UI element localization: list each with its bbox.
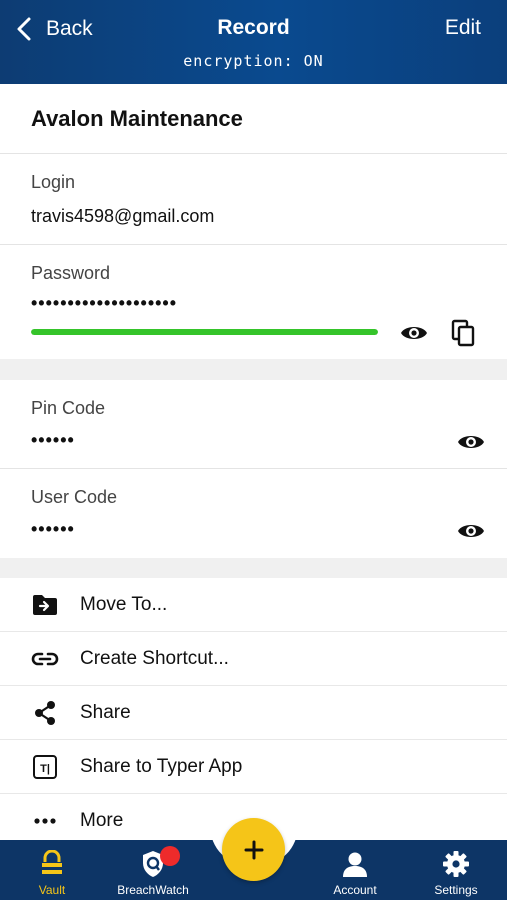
login-value[interactable]: travis4598@gmail.com — [31, 206, 214, 227]
breachwatch-alert-badge — [160, 846, 180, 866]
toggle-user-code-visibility-button[interactable] — [455, 518, 487, 544]
nav-vault-label: Vault — [38, 883, 66, 897]
create-shortcut-label: Create Shortcut... — [80, 648, 229, 669]
section-divider — [0, 558, 507, 578]
create-shortcut-action[interactable]: Create Shortcut... — [0, 632, 507, 686]
record-name: Avalon Maintenance — [31, 106, 243, 131]
link-icon — [31, 647, 59, 671]
nav-account-label: Account — [333, 883, 377, 897]
encryption-status: encryption: ON — [183, 52, 324, 70]
svg-text:T|: T| — [40, 763, 50, 775]
password-strength-bar — [31, 329, 378, 335]
more-label: More — [80, 810, 124, 831]
login-field[interactable]: Login travis4598@gmail.com — [0, 154, 507, 245]
password-field[interactable]: Password •••••••••••••••••••• — [0, 245, 507, 359]
password-label: Password — [31, 263, 111, 283]
share-icon — [31, 701, 59, 725]
move-to-label: Move To... — [80, 594, 168, 615]
pin-code-value[interactable]: •••••• — [31, 430, 75, 451]
copy-password-button[interactable] — [449, 318, 477, 348]
toggle-pin-visibility-button[interactable] — [455, 429, 487, 455]
breachwatch-shield-icon — [140, 846, 180, 880]
password-strength-fill — [31, 329, 378, 335]
typer-app-icon: T| — [31, 755, 59, 779]
pin-code-field[interactable]: Pin Code •••••• — [0, 380, 507, 469]
plus-icon — [244, 840, 263, 859]
share-label: Share — [80, 702, 131, 723]
share-to-typer-action[interactable]: T| Share to Typer App — [0, 740, 507, 794]
eye-icon — [458, 525, 484, 537]
eye-icon — [401, 327, 427, 339]
user-code-value[interactable]: •••••• — [31, 519, 75, 540]
edit-button[interactable]: Edit — [445, 16, 481, 40]
nav-settings[interactable]: Settings — [424, 840, 488, 900]
page-title: Record — [217, 16, 290, 39]
toggle-password-visibility-button[interactable] — [399, 319, 429, 347]
header-bar: Back Record Edit encryption: ON — [0, 0, 507, 84]
folder-move-icon — [31, 593, 59, 617]
nav-settings-label: Settings — [434, 883, 478, 897]
pin-code-label: Pin Code — [31, 398, 106, 418]
more-dots-icon — [31, 809, 59, 833]
copy-icon — [451, 319, 475, 347]
share-to-typer-label: Share to Typer App — [80, 756, 243, 777]
password-value[interactable]: •••••••••••••••••••• — [31, 293, 177, 314]
account-person-icon — [341, 848, 369, 880]
nav-account[interactable]: Account — [324, 840, 386, 900]
login-label: Login — [31, 172, 76, 192]
vault-lock-icon — [39, 848, 65, 880]
nav-breachwatch-label: BreachWatch — [117, 883, 189, 897]
user-code-label: User Code — [31, 487, 118, 507]
share-action[interactable]: Share — [0, 686, 507, 740]
settings-gear-icon — [442, 848, 470, 880]
eye-icon — [458, 436, 484, 448]
user-code-field[interactable]: User Code •••••• — [0, 469, 507, 558]
section-divider — [0, 359, 507, 380]
add-button[interactable] — [222, 818, 285, 881]
record-title-row: Avalon Maintenance — [0, 84, 507, 154]
move-to-action[interactable]: Move To... — [0, 578, 507, 632]
nav-breachwatch[interactable]: BreachWatch — [108, 840, 198, 900]
nav-vault[interactable]: Vault — [22, 840, 82, 900]
